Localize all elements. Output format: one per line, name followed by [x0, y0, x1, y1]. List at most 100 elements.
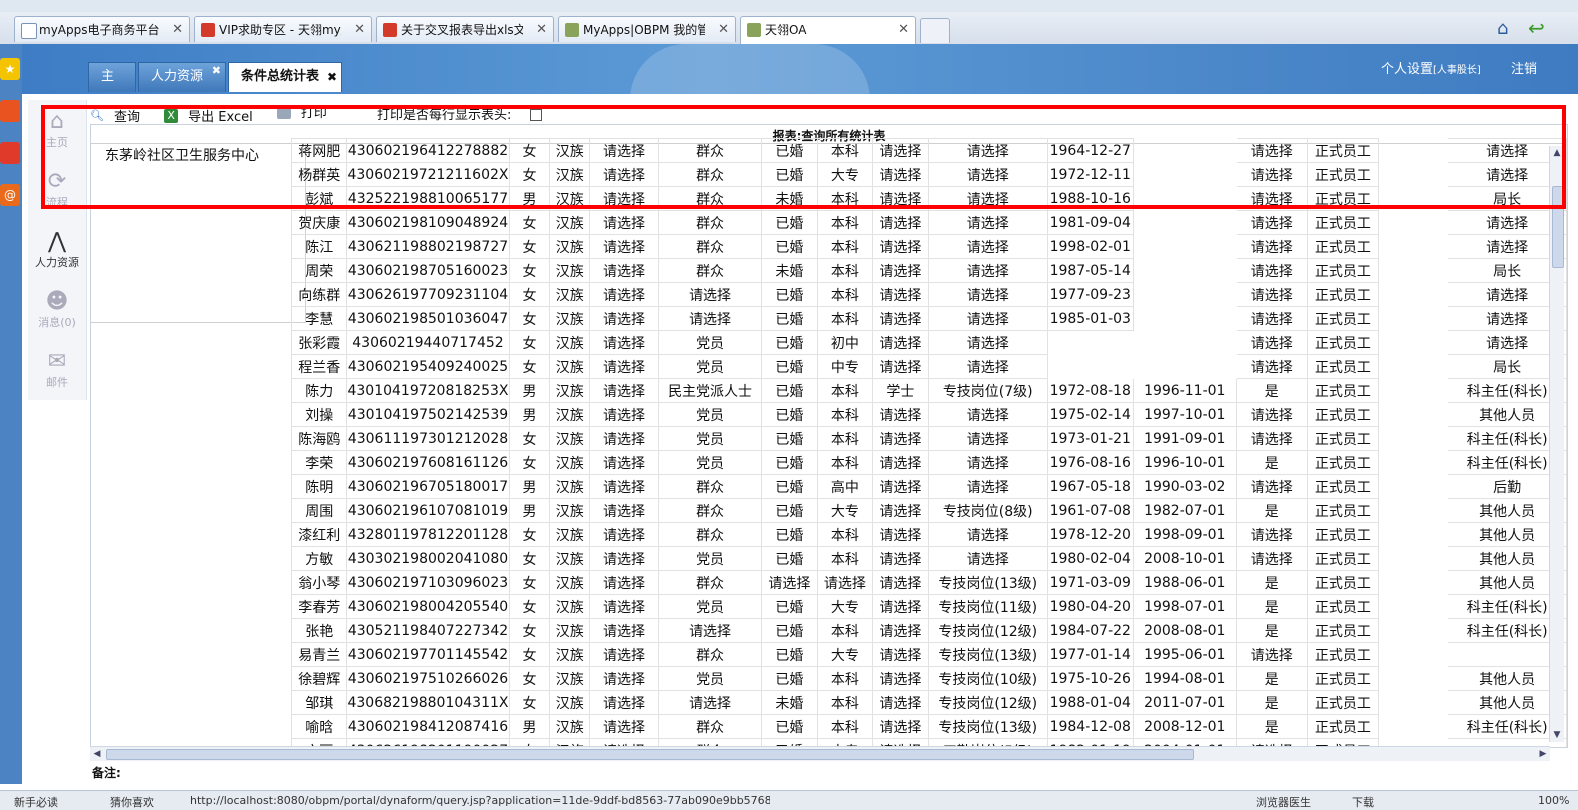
table-cell: 请选择 [927, 354, 1048, 379]
close-icon[interactable]: ✖ [327, 63, 337, 91]
table-cell: 是 [1235, 450, 1308, 475]
table-cell: 汉族 [549, 522, 590, 547]
table-cell: 请选择 [1235, 522, 1308, 547]
table-cell: 请选择 [589, 522, 659, 547]
nav-item-messages[interactable]: ☻ 消息(0) [28, 290, 86, 330]
table-cell: 请选择 [872, 282, 929, 307]
table-cell: 请选择 [872, 714, 929, 739]
close-icon[interactable]: ✕ [536, 17, 547, 42]
export-excel-button[interactable]: X 导出 Excel [164, 106, 263, 125]
table-cell: 请选择 [1235, 138, 1308, 163]
nav-item-mail[interactable]: ✉ 邮件 [28, 350, 86, 390]
table-cell: 男 [508, 474, 551, 499]
scroll-down-arrow-icon[interactable]: ▼ [1550, 728, 1564, 742]
table-cell: 汉族 [549, 282, 590, 307]
table-cell: 党员 [657, 354, 763, 379]
table-cell [1133, 331, 1236, 355]
vertical-scrollbar[interactable]: ▲ ▼ [1549, 146, 1564, 742]
zoom-level[interactable]: 100% [1538, 794, 1569, 807]
table-cell: 彭斌 [290, 186, 348, 211]
table-cell: 党员 [657, 402, 763, 427]
print-header-checkbox[interactable] [529, 109, 542, 121]
table-cell: 向练群 [290, 282, 348, 307]
table-cell: 汉族 [549, 162, 590, 187]
table-cell: 1980-04-20 [1046, 594, 1134, 619]
table-cell: 1972-08-18 [1046, 378, 1134, 403]
scroll-thumb[interactable] [1552, 186, 1564, 268]
browser-tab[interactable]: VIP求助专区 - 天翎my/ ✕ [194, 16, 372, 42]
table-row: 漆红利 432801197812201128 女汉族 请选择 群众 已婚 本科 请选择 请选择 1… [290, 522, 1567, 547]
logout-link[interactable]: 注销 [1511, 58, 1537, 77]
print-button[interactable]: 打印 [276, 102, 337, 121]
table-cell: 请选择 [927, 330, 1048, 355]
table-cell: 女 [508, 690, 551, 715]
browser-tab-bar: myApps电子商务平台- 1 ✕ VIP求助专区 - 天翎my/ ✕ 关于交叉… [0, 12, 1578, 45]
table-cell: 请选择 [872, 186, 929, 211]
favorite-star-icon[interactable]: ★ [0, 58, 20, 80]
browser-tab[interactable]: 关于交叉报表导出xls文 ✕ [376, 16, 554, 42]
close-icon[interactable]: ✖ [212, 57, 221, 85]
table-cell: 汉族 [549, 330, 590, 355]
status-url: http://localhost:8080/obpm/portal/dynafo… [190, 794, 770, 807]
weibo-icon[interactable] [0, 142, 20, 164]
home-icon[interactable]: ⌂ [1497, 18, 1508, 39]
nav-item-home[interactable]: ⌂ 主页 [28, 110, 86, 150]
table-cell: 专技岗位(12级) [927, 690, 1048, 715]
table-cell: 党员 [657, 594, 763, 619]
close-icon[interactable]: ✕ [898, 17, 909, 43]
table-cell: 1987-05-14 [1046, 258, 1134, 283]
mail-at-icon[interactable]: @ [0, 184, 20, 206]
download-link[interactable]: 下载 [1352, 794, 1374, 810]
table-cell: 汉族 [549, 594, 590, 619]
scroll-thumb[interactable] [106, 749, 1194, 760]
table-cell: 汉族 [549, 402, 590, 427]
close-icon[interactable]: ✕ [172, 17, 183, 42]
browser-doctor-link[interactable]: 浏览器医生 [1256, 794, 1311, 810]
table-cell: 女 [508, 546, 551, 571]
table-cell: 汉族 [549, 618, 590, 643]
table-cell: 已婚 [761, 498, 818, 523]
query-button[interactable]: 🔍︎ 查询 [90, 106, 150, 126]
scroll-left-arrow-icon[interactable]: ◀ [90, 747, 104, 761]
table-cell: 请选择 [927, 186, 1048, 211]
nav-item-flow[interactable]: ⟳ 流程 [28, 170, 86, 210]
tab-home[interactable]: 主页 [88, 62, 136, 112]
close-icon[interactable]: ✕ [354, 17, 365, 42]
table-row: 翁小琴 430602197103096023 女汉族 请选择 群众 请选择 请选择 请选择 专技… [290, 570, 1567, 595]
table-cell: 正式员工 [1306, 690, 1380, 715]
table-cell: 1988-06-01 [1132, 570, 1237, 595]
new-tab-button[interactable] [920, 18, 950, 43]
back-arrow-icon[interactable]: ↩ [1528, 16, 1545, 40]
scroll-right-arrow-icon[interactable]: ▶ [1536, 747, 1550, 761]
table-cell: 汉族 [549, 498, 590, 523]
browser-tab-active[interactable]: 天翎OA ✕ [740, 16, 916, 44]
scroll-up-arrow-icon[interactable]: ▲ [1550, 146, 1564, 160]
table-cell: 陈海鸥 [290, 426, 348, 451]
table-cell: 1980-02-04 [1046, 546, 1134, 571]
table-cell: 本科 [816, 450, 874, 475]
table-cell: 请选择 [589, 594, 659, 619]
table-cell: 请选择 [589, 474, 659, 499]
status-guess-link[interactable]: 猜你喜欢 [110, 794, 154, 810]
table-row: 周荣 430602198705160023 女汉族 请选择 群众 未婚 本科 请选择 请选择 19… [290, 258, 1567, 283]
close-icon[interactable]: ✕ [718, 17, 729, 42]
table-cell: 女 [508, 138, 551, 163]
table-cell [1379, 451, 1448, 475]
table-cell: 方敏 [290, 546, 348, 571]
browser-tab[interactable]: myApps电子商务平台- 1 ✕ [14, 16, 190, 42]
table-cell: 群众 [657, 258, 763, 283]
table-cell: 请选择 [927, 402, 1048, 427]
horizontal-scrollbar[interactable]: ◀ ▶ [90, 746, 1550, 761]
status-newbie-link[interactable]: 新手必读 [14, 794, 58, 810]
table-cell: 正式员工 [1306, 282, 1380, 307]
tab-hr[interactable]: 人力资源 ✖ [138, 62, 226, 92]
nav-item-hr[interactable]: ⋀ 人力资源 [28, 230, 86, 270]
shop-icon[interactable] [0, 100, 20, 122]
table-cell: 请选择 [1235, 210, 1308, 235]
browser-tab[interactable]: MyApps|OBPM 我的管理· ✕ [558, 16, 736, 42]
table-cell: 430602197608161126 [346, 450, 510, 475]
user-settings-link[interactable]: 个人设置[人事股长] [1381, 58, 1481, 77]
table-cell: 请选择 [1235, 402, 1308, 427]
table-cell: 请选择 [927, 546, 1048, 571]
tab-condition-stats[interactable]: 条件总统计表 ✖ [228, 62, 342, 92]
